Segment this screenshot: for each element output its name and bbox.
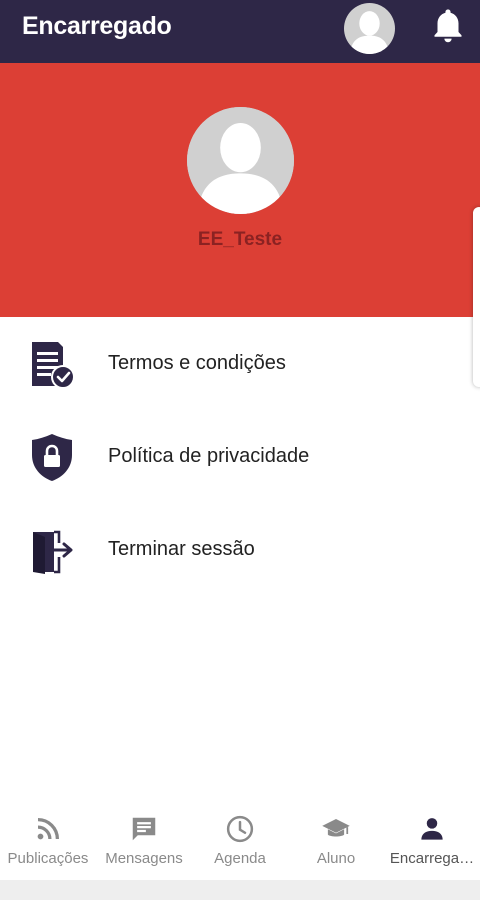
system-bar-strip (0, 880, 480, 900)
rss-icon (33, 814, 63, 844)
menu-item-label: Termos e condições (108, 352, 286, 374)
profile-header: EE_Teste (0, 63, 480, 317)
document-check-icon (28, 340, 78, 390)
menu-item-terms[interactable]: Termos e condições (0, 330, 472, 400)
profile-name: EE_Teste (197, 229, 283, 250)
nav-label: Encarrega… (389, 850, 475, 867)
nav-item-aluno[interactable]: Aluno (288, 800, 384, 880)
menu-item-label: Política de privacidade (108, 445, 310, 467)
menu-item-logout[interactable]: Terminar sessão (0, 516, 472, 586)
nav-item-agenda[interactable]: Agenda (192, 800, 288, 880)
graduation-cap-icon (321, 814, 351, 844)
nav-label: Agenda (214, 850, 266, 867)
clock-icon (225, 814, 255, 844)
nav-label: Publicações (7, 850, 89, 867)
user-silhouette-icon (187, 107, 294, 214)
bottom-navigation: Publicações Mensagens Agenda Aluno Encar… (0, 800, 480, 880)
nav-item-encarregado[interactable]: Encarrega… (384, 800, 480, 880)
message-icon (129, 814, 159, 844)
logout-door-icon (28, 526, 78, 576)
shield-lock-icon (28, 433, 78, 483)
nav-item-mensagens[interactable]: Mensagens (96, 800, 192, 880)
user-silhouette-icon[interactable] (344, 3, 395, 54)
nav-label: Aluno (316, 850, 356, 867)
nav-label: Mensagens (105, 850, 183, 867)
app-bar: Encarregado (0, 0, 480, 63)
nav-item-publicacoes[interactable]: Publicações (0, 800, 96, 880)
bell-icon[interactable] (430, 6, 466, 46)
scroll-handle[interactable] (473, 207, 480, 387)
person-icon (417, 814, 447, 844)
menu-item-privacy[interactable]: Política de privacidade (0, 423, 472, 493)
menu-item-label: Terminar sessão (108, 538, 255, 560)
page-title: Encarregado (22, 12, 172, 40)
